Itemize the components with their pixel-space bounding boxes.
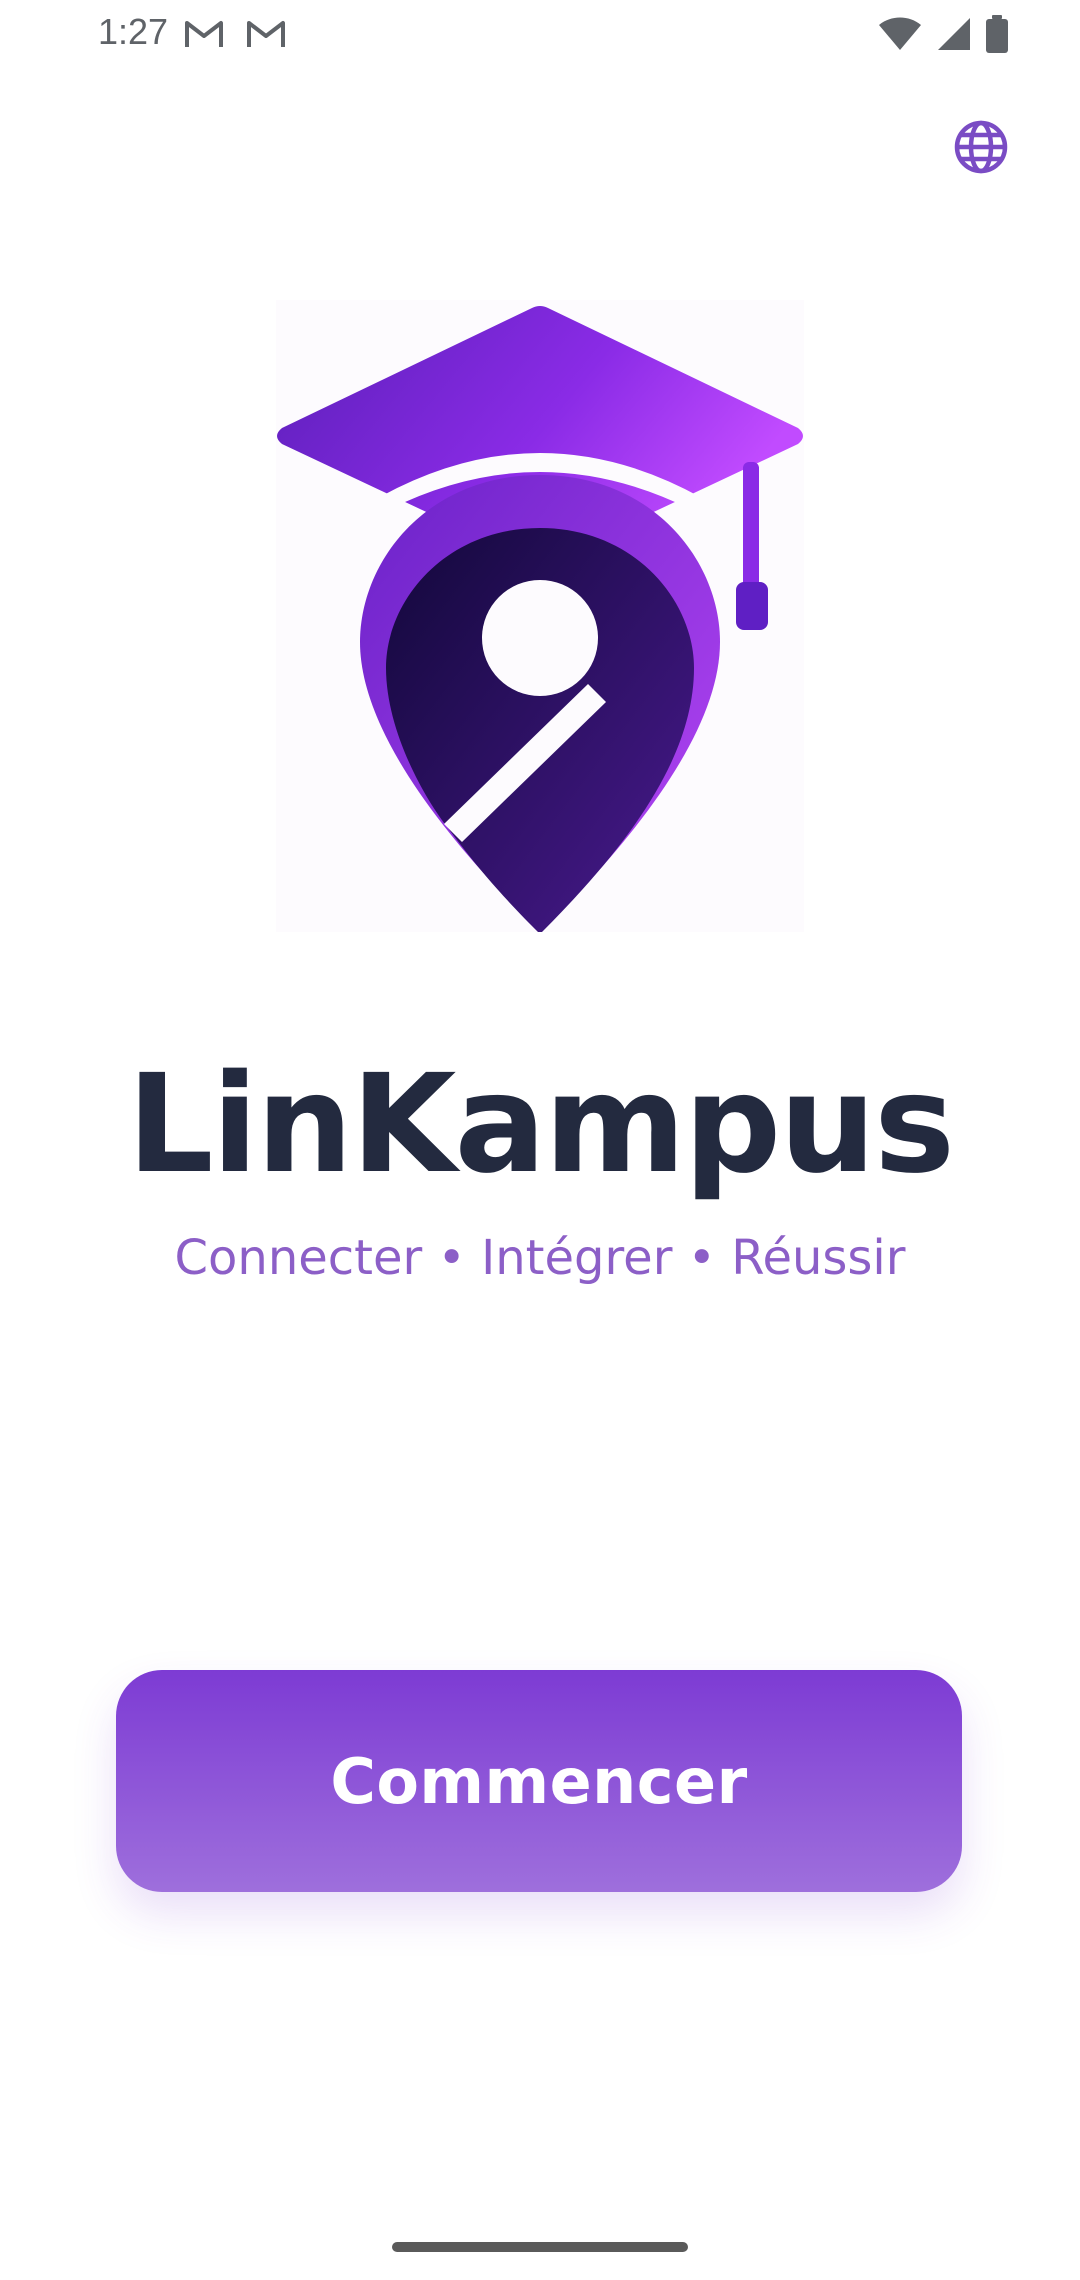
- language-button[interactable]: [948, 114, 1014, 180]
- status-bar: 1:27: [0, 0, 1080, 66]
- gmail-icon: [247, 21, 285, 47]
- battery-icon: [986, 15, 1008, 53]
- app-title: LinKampus: [126, 1046, 955, 1204]
- gesture-navigation-bar[interactable]: [392, 2242, 688, 2252]
- status-time: 1:27: [98, 11, 169, 52]
- gmail-icon: [185, 21, 223, 47]
- wifi-icon: [879, 17, 921, 50]
- graduation-cap-pin-logo-icon: [277, 306, 803, 932]
- app-logo: [276, 300, 804, 932]
- start-button-label: Commencer: [330, 1744, 748, 1818]
- globe-icon: [954, 120, 1008, 174]
- signal-icon: [938, 18, 970, 50]
- start-button[interactable]: Commencer: [116, 1670, 962, 1892]
- app-tagline: Connecter • Intégrer • Réussir: [174, 1230, 906, 1286]
- status-icons: [878, 14, 1008, 54]
